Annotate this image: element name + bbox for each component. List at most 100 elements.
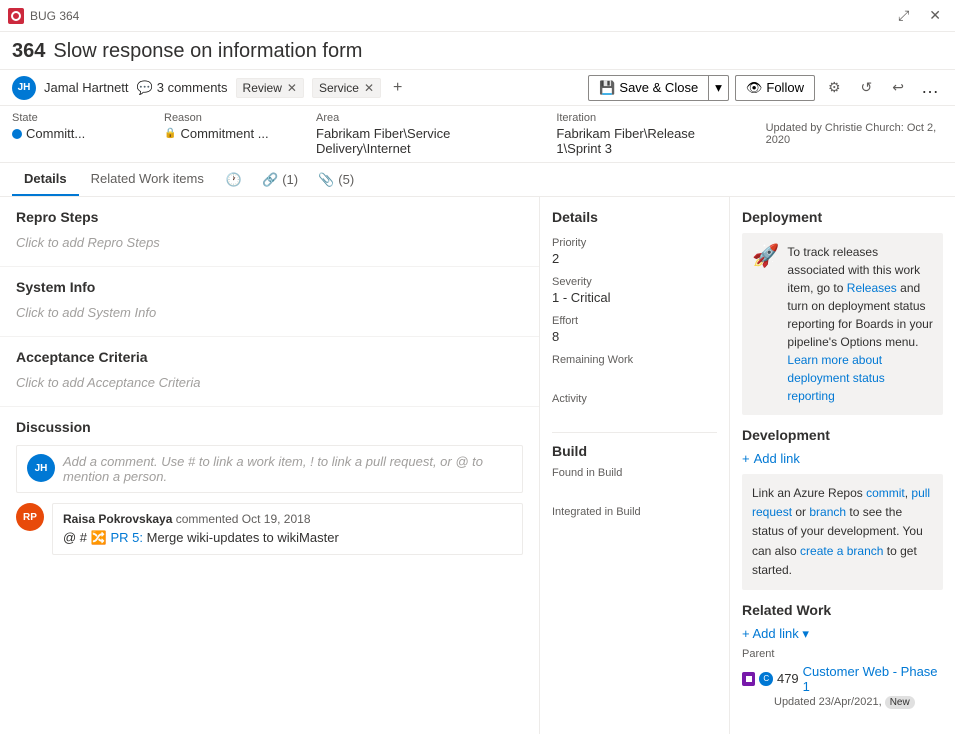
expand-button[interactable]: ⤢ — [892, 5, 915, 26]
settings-button[interactable]: ⚙ — [821, 74, 848, 101]
dev-card: Link an Azure Repos commit, pull request… — [742, 474, 943, 590]
repro-steps-placeholder[interactable]: Click to add Repro Steps — [16, 231, 523, 254]
lock-icon: 🔒 — [164, 128, 176, 139]
pr-link[interactable]: PR 5: — [110, 530, 146, 545]
middle-panel: Details Priority 2 Severity 1 - Critical… — [540, 197, 730, 734]
deployment-text: To track releases associated with this w… — [787, 243, 933, 405]
parent-avatar: C — [759, 672, 772, 686]
workitem-header: 364 Slow response on information form — [0, 32, 955, 70]
add-link-button[interactable]: + Add link — [742, 451, 800, 466]
comment-box: JH Add a comment. Use # to link a work i… — [16, 445, 523, 493]
review-tag-label: Review — [243, 81, 282, 95]
main-content: Repro Steps Click to add Repro Steps Sys… — [0, 197, 955, 734]
effort-value[interactable]: 8 — [552, 329, 717, 344]
review-tag-close[interactable]: ✕ — [287, 81, 297, 95]
area-value[interactable]: Fabrikam Fiber\Service Delivery\Internet — [316, 126, 524, 156]
tab-details[interactable]: Details — [12, 163, 79, 196]
severity-label: Severity — [552, 276, 717, 288]
tab-links[interactable]: 🔗 (1) — [252, 163, 308, 196]
learn-more-link[interactable]: Learn more about deployment status repor… — [787, 353, 884, 403]
title-bar-label: BUG 364 — [30, 9, 79, 23]
tab-related-work-label: Related Work items — [91, 171, 204, 186]
remaining-value[interactable] — [552, 368, 717, 383]
priority-label: Priority — [552, 237, 717, 249]
refresh-button[interactable]: ↺ — [854, 74, 880, 101]
bug-icon — [8, 8, 24, 24]
review-tag: Review ✕ — [236, 78, 304, 98]
build-title: Build — [552, 443, 717, 459]
area-field: Area Fabrikam Fiber\Service Delivery\Int… — [316, 112, 524, 156]
service-tag: Service ✕ — [312, 78, 381, 98]
add-dropdown-label: + Add link ▾ — [742, 626, 809, 642]
iteration-value[interactable]: Fabrikam Fiber\Release 1\Sprint 3 — [556, 126, 733, 156]
parent-link[interactable]: Customer Web - Phase 1 — [803, 664, 943, 694]
remaining-label: Remaining Work — [552, 354, 717, 366]
title-bar-actions: ⤢ ✕ — [892, 5, 947, 26]
add-tag-button[interactable]: + — [389, 77, 406, 99]
workitem-title[interactable]: Slow response on information form — [53, 40, 362, 63]
comment-suffix: Merge wiki-updates to wikiMaster — [147, 530, 339, 545]
save-close-dropdown-button[interactable]: ▾ — [708, 76, 728, 100]
state-value-row[interactable]: Committ... — [12, 126, 132, 141]
comments-button[interactable]: 💬 3 comments — [137, 80, 228, 96]
system-info-title: System Info — [16, 279, 523, 295]
comment-input[interactable]: Add a comment. Use # to link a work item… — [63, 454, 512, 484]
integrated-field: Integrated in Build — [552, 506, 717, 535]
bug-icon-inner — [11, 11, 21, 21]
create-branch-link[interactable]: create a branch — [800, 544, 883, 558]
branch-link[interactable]: branch — [809, 505, 846, 519]
link-icon: 🔗 — [262, 172, 278, 188]
state-value: Committ... — [26, 126, 85, 141]
priority-value[interactable]: 2 — [552, 251, 717, 266]
parent-status-badge: New — [885, 696, 915, 709]
save-close-button: 💾 Save & Close ▾ — [588, 75, 729, 101]
reason-label: Reason — [164, 112, 284, 124]
integrated-value[interactable] — [552, 520, 717, 535]
found-in-value[interactable] — [552, 481, 717, 496]
acceptance-placeholder[interactable]: Click to add Acceptance Criteria — [16, 371, 523, 394]
system-info-placeholder[interactable]: Click to add System Info — [16, 301, 523, 324]
comment-text: @ # 🔀 PR 5: Merge wiki-updates to wikiMa… — [63, 530, 512, 546]
acceptance-section: Acceptance Criteria Click to add Accepta… — [0, 337, 539, 407]
follow-label: Follow — [766, 80, 804, 95]
add-link-dropdown-button[interactable]: + Add link ▾ — [742, 626, 809, 642]
discussion-title: Discussion — [16, 419, 523, 435]
undo-button[interactable]: ↩ — [885, 74, 911, 101]
tabs-bar: Details Related Work items 🕐 🔗 (1) 📎 (5) — [0, 163, 955, 197]
reason-value-row[interactable]: 🔒 Commitment ... — [164, 126, 284, 141]
commenter-avatar: RP — [16, 503, 44, 531]
integrated-label: Integrated in Build — [552, 506, 717, 518]
toolbar-right: 💾 Save & Close ▾ 👁 Follow ⚙ ↺ ↩ … — [588, 74, 943, 101]
severity-value[interactable]: 1 - Critical — [552, 290, 717, 305]
parent-work-icon — [742, 672, 755, 686]
follow-button[interactable]: 👁 Follow — [735, 75, 815, 101]
save-close-main-button[interactable]: 💾 Save & Close — [589, 76, 708, 100]
pr-label: PR 5: — [110, 530, 143, 545]
discussion-section: Discussion JH Add a comment. Use # to li… — [0, 407, 539, 567]
more-button[interactable]: … — [917, 75, 943, 100]
releases-link[interactable]: Releases — [847, 281, 897, 295]
parent-name: Customer Web - Phase 1 — [803, 664, 938, 694]
service-tag-close[interactable]: ✕ — [364, 81, 374, 95]
eye-icon: 👁 — [746, 80, 763, 96]
state-label: State — [12, 112, 132, 124]
service-tag-label: Service — [319, 81, 359, 95]
add-link-label: Add link — [754, 451, 800, 466]
commit-link[interactable]: commit — [866, 486, 905, 500]
right-panel: Deployment 🚀 To track releases associate… — [730, 197, 955, 734]
dev-text-3: or — [792, 505, 809, 519]
comment-entry: RP Raisa Pokrovskaya commented Oct 19, 2… — [16, 503, 523, 555]
activity-label: Activity — [552, 393, 717, 405]
tab-related-work[interactable]: Related Work items — [79, 163, 216, 196]
development-title: Development — [742, 427, 943, 443]
severity-field: Severity 1 - Critical — [552, 276, 717, 305]
tab-history[interactable]: 🕐 — [216, 163, 252, 196]
parent-item: C 479 Customer Web - Phase 1 — [742, 664, 943, 694]
save-icon: 💾 — [599, 80, 615, 96]
close-button[interactable]: ✕ — [923, 5, 947, 26]
comments-count: 3 comments — [157, 80, 228, 95]
tab-attachments[interactable]: 📎 (5) — [308, 163, 364, 196]
activity-value[interactable] — [552, 407, 717, 422]
deployment-card: 🚀 To track releases associated with this… — [742, 233, 943, 415]
state-area: State Committ... Reason 🔒 Commitment ...… — [0, 106, 955, 163]
